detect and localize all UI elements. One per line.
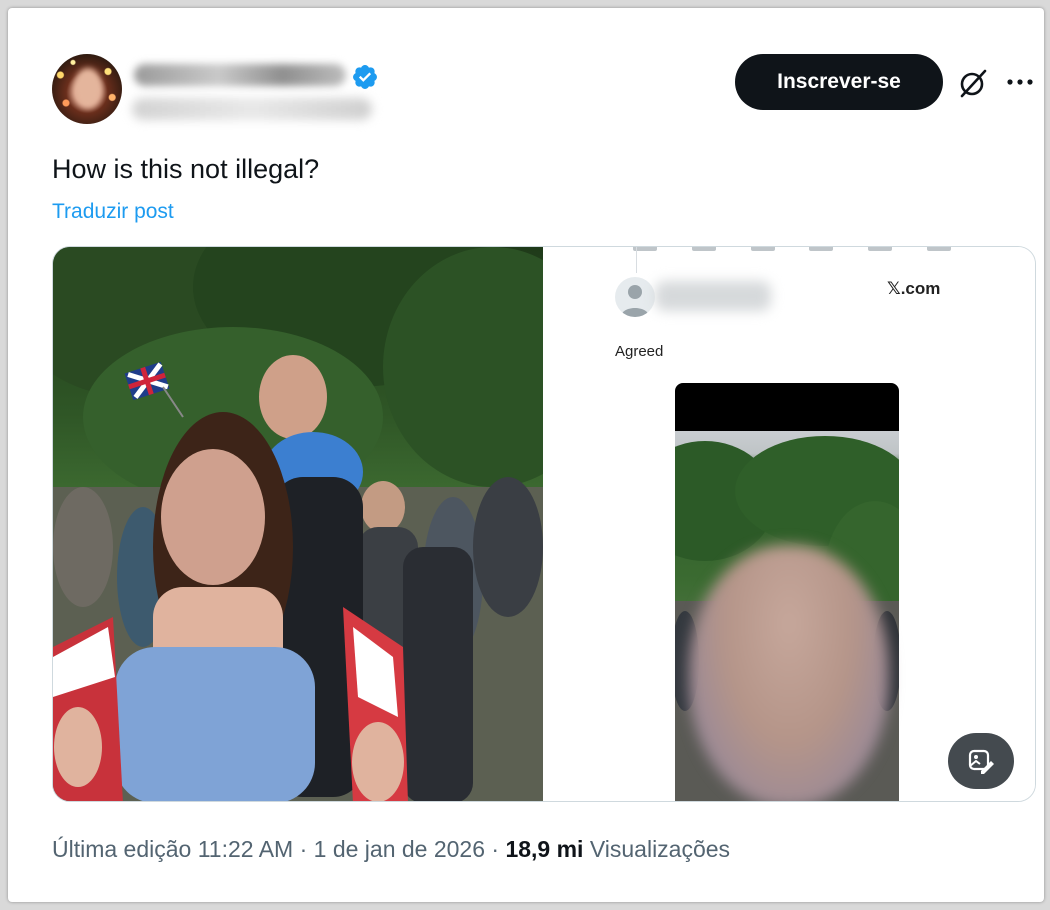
default-user-icon [621, 285, 649, 317]
embedded-tweet-text: Agreed [615, 343, 664, 360]
translate-link[interactable]: Traduzir post [52, 200, 174, 224]
embedded-action-bar [633, 247, 951, 261]
embedded-avatar [615, 277, 655, 317]
avatar[interactable] [52, 54, 122, 124]
redacted-display-name[interactable] [134, 64, 346, 86]
avatar-blurred-face [74, 68, 102, 108]
edit-timestamp[interactable]: Última edição 11:22 AM · 1 de jan de 202… [52, 836, 505, 862]
blurred-figure [689, 545, 889, 801]
edit-image-icon [968, 749, 994, 774]
crowd-photo-illustration [53, 247, 543, 801]
edit-image-button[interactable] [948, 733, 1014, 789]
embedded-redacted-name [655, 281, 771, 311]
thread-line [636, 247, 637, 273]
post-text: How is this not illegal? [52, 154, 320, 184]
grok-icon[interactable] [956, 66, 990, 100]
subscribe-button[interactable]: Inscrever-se [735, 54, 943, 110]
tweet-card: Inscrever-se How is this not illegal? Tr… [8, 8, 1044, 902]
verified-badge-icon [353, 65, 377, 89]
photo-crowd[interactable] [53, 247, 543, 801]
view-count: 18,9 mi [505, 836, 584, 862]
x-com-watermark: 𝕏.com [887, 279, 941, 298]
post-meta: Última edição 11:22 AM · 1 de jan de 202… [52, 836, 730, 863]
media-gallery[interactable]: 𝕏.com Agreed [52, 246, 1036, 802]
redacted-handle [132, 98, 372, 120]
views-label: Visualizações [583, 836, 731, 862]
more-icon[interactable] [1004, 70, 1036, 94]
